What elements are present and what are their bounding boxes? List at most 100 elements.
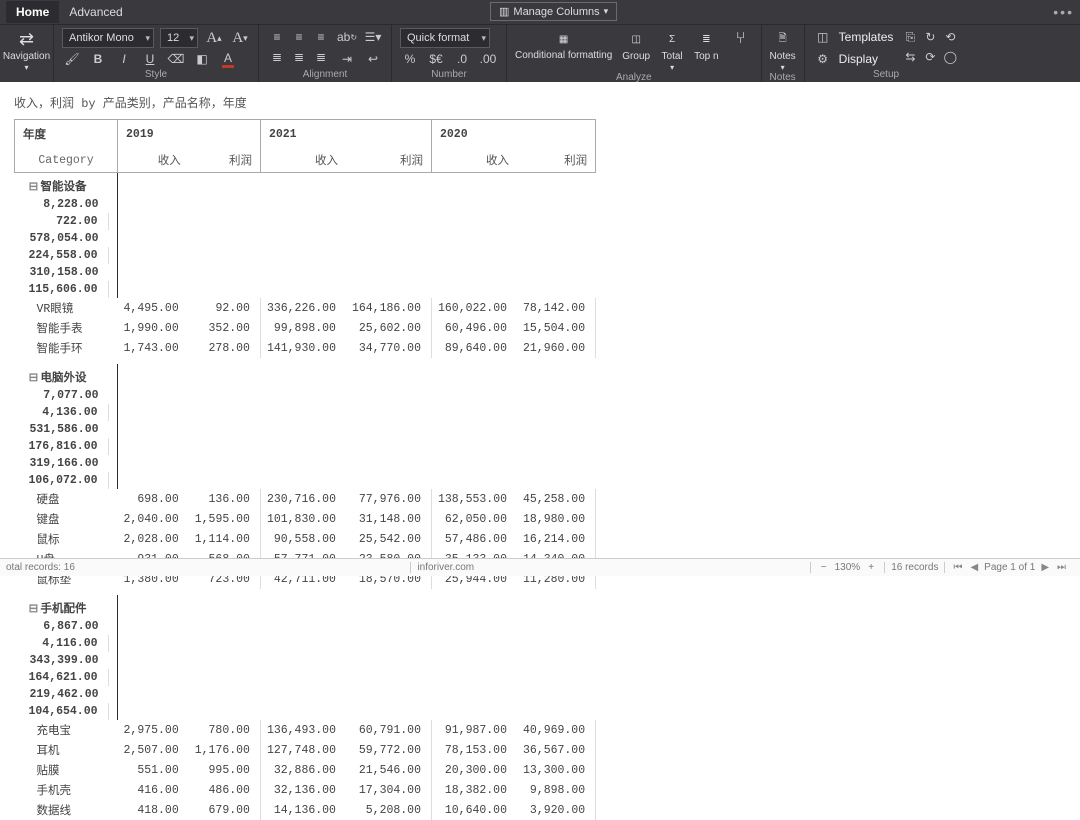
cell[interactable]: 101,830.00 (260, 509, 346, 529)
zoom-out-button[interactable]: − (817, 562, 831, 573)
cell[interactable]: 25,542.00 (346, 529, 432, 549)
align-left[interactable]: ≣ (267, 48, 287, 66)
cell[interactable]: 138,553.00 (431, 489, 517, 509)
group-row[interactable]: ⊟手机配件6,867.004,116.00343,399.00164,621.0… (15, 595, 118, 720)
cell[interactable]: 16,214.00 (517, 529, 596, 549)
cell[interactable]: 780.00 (189, 720, 261, 740)
bullets-button[interactable]: ☰▾ (363, 28, 383, 46)
cell[interactable]: 127,748.00 (260, 740, 346, 760)
cell[interactable]: 578,054.00 (23, 230, 109, 247)
table-row[interactable]: 硬盘698.00136.00230,716.0077,976.00138,553… (15, 489, 596, 509)
italic-button[interactable]: I (114, 50, 134, 68)
cell[interactable]: 722.00 (23, 213, 109, 230)
cell[interactable]: 2,028.00 (118, 529, 189, 549)
cell[interactable]: 78,153.00 (431, 740, 517, 760)
cell[interactable]: 531,586.00 (23, 421, 109, 438)
cell[interactable]: 164,621.00 (23, 669, 109, 686)
cell[interactable]: 10,640.00 (431, 800, 517, 820)
cell[interactable]: 278.00 (189, 338, 261, 358)
cell[interactable]: 57,486.00 (431, 529, 517, 549)
table-row[interactable]: 手机壳416.00486.0032,136.0017,304.0018,382.… (15, 780, 596, 800)
cell[interactable]: 4,495.00 (118, 298, 189, 318)
cell[interactable]: 551.00 (118, 760, 189, 780)
cell[interactable]: 416.00 (118, 780, 189, 800)
cell[interactable]: 6,867.00 (23, 618, 109, 635)
table-row[interactable]: 耳机2,507.001,176.00127,748.0059,772.0078,… (15, 740, 596, 760)
cell[interactable]: 59,772.00 (346, 740, 432, 760)
page-last-button[interactable]: ⏭ (1055, 562, 1068, 573)
collapse-icon[interactable]: ⊟ (29, 179, 39, 194)
currency-button[interactable]: $€ (426, 50, 446, 68)
cell[interactable]: 1,114.00 (189, 529, 261, 549)
cell[interactable]: 106,072.00 (23, 472, 109, 489)
cell[interactable]: 2,040.00 (118, 509, 189, 529)
setup-action-2[interactable]: ↻ (921, 28, 939, 46)
table-row[interactable]: 鼠标2,028.001,114.0090,558.0025,542.0057,4… (15, 529, 596, 549)
cell[interactable]: 31,148.00 (346, 509, 432, 529)
cell[interactable]: 310,158.00 (23, 264, 109, 281)
cell[interactable]: 99,898.00 (260, 318, 346, 338)
setup-action-5[interactable]: ⟳ (921, 48, 939, 66)
cell[interactable]: 2,975.00 (118, 720, 189, 740)
cell[interactable]: 679.00 (189, 800, 261, 820)
cell[interactable]: 230,716.00 (260, 489, 346, 509)
cell[interactable]: 219,462.00 (23, 686, 109, 703)
templates-button[interactable]: ◫Templates (813, 28, 894, 46)
cell[interactable]: 60,791.00 (346, 720, 432, 740)
cell[interactable]: 92.00 (189, 298, 261, 318)
setup-action-3[interactable]: ⟲ (941, 28, 959, 46)
setup-action-1[interactable]: ⎘ (901, 28, 919, 46)
cell[interactable]: 78,142.00 (517, 298, 596, 318)
fill-color-button[interactable]: ◧ (192, 50, 212, 68)
cell[interactable]: 40,969.00 (517, 720, 596, 740)
cell[interactable]: 17,304.00 (346, 780, 432, 800)
cell[interactable]: 60,496.00 (431, 318, 517, 338)
zoom-in-button[interactable]: + (864, 562, 878, 573)
collapse-icon[interactable]: ⊟ (29, 370, 39, 385)
cell[interactable]: 36,567.00 (517, 740, 596, 760)
table-row[interactable]: 数据线418.00679.0014,136.005,208.0010,640.0… (15, 800, 596, 820)
cell[interactable]: 4,136.00 (23, 404, 109, 421)
decrease-font-button[interactable]: A▾ (230, 29, 250, 47)
total-button[interactable]: Σ Total ▾ (660, 28, 684, 72)
cell[interactable]: 13,300.00 (517, 760, 596, 780)
cell[interactable]: 1,595.00 (189, 509, 261, 529)
group-row[interactable]: ⊟智能设备8,228.00722.00578,054.00224,558.003… (15, 173, 118, 298)
font-color-button[interactable]: A (218, 50, 238, 68)
cell[interactable]: 319,166.00 (23, 455, 109, 472)
cell[interactable]: 343,399.00 (23, 652, 109, 669)
table-row[interactable]: 智能手表1,990.00352.0099,898.0025,602.0060,4… (15, 318, 596, 338)
align-top-left[interactable]: ≡ (267, 28, 287, 46)
group-row[interactable]: ⊟电脑外设7,077.004,136.00531,586.00176,816.0… (15, 364, 118, 489)
align-top-right[interactable]: ≡ (311, 28, 331, 46)
clear-format-button[interactable]: ⌫ (166, 50, 186, 68)
cell[interactable]: 77,976.00 (346, 489, 432, 509)
page-prev-button[interactable]: ◀ (968, 562, 980, 573)
cell[interactable]: 5,208.00 (346, 800, 432, 820)
table-row[interactable]: VR眼镜4,495.0092.00336,226.00164,186.00160… (15, 298, 596, 318)
decrease-decimal-button[interactable]: .0 (452, 50, 472, 68)
cell[interactable]: 418.00 (118, 800, 189, 820)
table-row[interactable]: 键盘2,040.001,595.00101,830.0031,148.0062,… (15, 509, 596, 529)
wrap-button[interactable]: ↩ (363, 50, 383, 68)
collapse-icon[interactable]: ⊟ (29, 601, 39, 616)
cell[interactable]: 3,920.00 (517, 800, 596, 820)
cell[interactable]: 352.00 (189, 318, 261, 338)
cell[interactable]: 15,504.00 (517, 318, 596, 338)
format-painter-button[interactable]: 🖌 (62, 50, 82, 68)
cell[interactable]: 7,077.00 (23, 387, 109, 404)
cell[interactable]: 18,980.00 (517, 509, 596, 529)
cell[interactable]: 25,602.00 (346, 318, 432, 338)
cell[interactable]: 14,136.00 (260, 800, 346, 820)
cell[interactable]: 62,050.00 (431, 509, 517, 529)
cell[interactable]: 8,228.00 (23, 196, 109, 213)
cell[interactable]: 1,743.00 (118, 338, 189, 358)
cell[interactable]: 136,493.00 (260, 720, 346, 740)
navigation-button[interactable]: ⇄ Navigation ▾ (8, 28, 45, 72)
page-first-button[interactable]: ⏮ (951, 562, 964, 573)
cell[interactable]: 20,300.00 (431, 760, 517, 780)
align-top-center[interactable]: ≡ (289, 28, 309, 46)
conditional-formatting-button[interactable]: ▦ Conditional formatting (515, 28, 612, 61)
increase-font-button[interactable]: A▴ (204, 29, 224, 47)
filter-button[interactable]: ⑂ (729, 28, 753, 50)
